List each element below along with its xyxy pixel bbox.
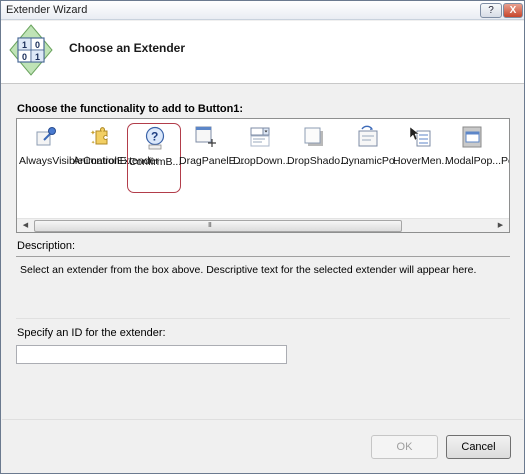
extender-wizard-window: Extender Wizard ? X 1 0 0 1 Choose an Ex… bbox=[0, 0, 525, 474]
wizard-header: 1 0 0 1 Choose an Extender bbox=[1, 21, 524, 84]
extender-item-label: DynamicPo... bbox=[341, 155, 404, 167]
extender-id-label: Specify an ID for the extender: bbox=[17, 327, 166, 339]
footer-divider bbox=[2, 419, 523, 420]
help-button[interactable]: ? bbox=[480, 3, 502, 18]
extender-item-dropshadow[interactable]: DropShado... bbox=[287, 123, 349, 193]
description-box: Select an extender from the box above. D… bbox=[16, 256, 510, 319]
scrollbar-thumb[interactable]: III bbox=[34, 220, 402, 232]
extender-id-input[interactable] bbox=[16, 345, 287, 364]
extender-item-dragpanel[interactable]: DragPanelE... bbox=[179, 123, 245, 193]
scroll-right-icon[interactable]: ▶ bbox=[493, 219, 508, 232]
svg-text:✦: ✦ bbox=[90, 129, 96, 137]
extender-item-confirmbutton[interactable]: ? ConfirmB... bbox=[127, 123, 181, 193]
svg-text:?: ? bbox=[151, 130, 158, 144]
scroll-left-icon[interactable]: ◀ bbox=[18, 219, 33, 232]
extender-item-animation[interactable]: ✦ ✦ AnimationE... bbox=[73, 123, 136, 193]
title-bar: Extender Wizard ? X bbox=[1, 1, 524, 20]
extender-item-label: AnimationE... bbox=[73, 155, 136, 167]
extender-item-dynamicpopulate[interactable]: DynamicPo... bbox=[341, 123, 404, 193]
close-button[interactable]: X bbox=[503, 3, 523, 18]
extender-item-label: HoverMen... bbox=[393, 155, 451, 167]
question-icon: ? bbox=[145, 126, 165, 150]
description-text: Select an extender from the box above. D… bbox=[20, 264, 477, 276]
extender-item-dropdown[interactable]: DropDown... bbox=[233, 123, 292, 193]
dropshadow-icon bbox=[304, 127, 323, 146]
hover-menu-icon bbox=[409, 126, 431, 147]
window-title: Extender Wizard bbox=[6, 4, 88, 16]
extender-item-label: DropShado... bbox=[287, 155, 349, 167]
page-title: Choose an Extender bbox=[69, 41, 186, 55]
extender-item-hovermenu[interactable]: HoverMen... bbox=[393, 123, 451, 193]
scrollbar-grip: III bbox=[208, 222, 212, 229]
extender-item-label: DropDown... bbox=[233, 155, 292, 167]
extender-item-label: Po bbox=[501, 155, 509, 167]
description-label: Description: bbox=[17, 240, 76, 252]
icon-cell-2: 0 bbox=[35, 40, 40, 50]
icon-cell-1: 1 bbox=[22, 40, 27, 50]
cancel-button[interactable]: Cancel bbox=[446, 435, 511, 459]
extender-item-modalpopup[interactable]: ModalPop... bbox=[445, 123, 502, 193]
ok-button[interactable]: OK bbox=[371, 435, 438, 459]
modal-popup-icon bbox=[462, 126, 482, 148]
extender-item-popup[interactable]: Po bbox=[497, 123, 509, 193]
extender-item-label: ConfirmB... bbox=[128, 156, 182, 168]
extender-item-label: DragPanelE... bbox=[179, 155, 245, 167]
extender-list-label: Choose the functionality to add to Butto… bbox=[17, 103, 244, 115]
icon-cell-3: 0 bbox=[22, 52, 27, 62]
puzzle-star-icon: ✦ ✦ bbox=[90, 127, 108, 146]
extender-wizard-icon: 1 0 0 1 bbox=[9, 24, 53, 76]
extender-item-label: AlwaysVisibleControlExtender bbox=[19, 155, 159, 167]
pin-icon bbox=[36, 127, 56, 146]
extender-list[interactable]: AlwaysVisibleControlExtender ✦ ✦ Animati… bbox=[16, 118, 510, 233]
drag-panel-icon bbox=[195, 126, 216, 147]
extender-list-hscrollbar[interactable]: ◀ III ▶ bbox=[17, 218, 509, 232]
extender-item-label: ModalPop... bbox=[445, 155, 502, 167]
dropdown-icon bbox=[250, 127, 270, 147]
svg-text:✦: ✦ bbox=[91, 140, 95, 146]
dynamic-populate-icon bbox=[358, 125, 378, 147]
icon-cell-4: 1 bbox=[35, 52, 40, 62]
extender-item-alwaysvisible[interactable]: AlwaysVisibleControlExtender bbox=[19, 123, 159, 193]
